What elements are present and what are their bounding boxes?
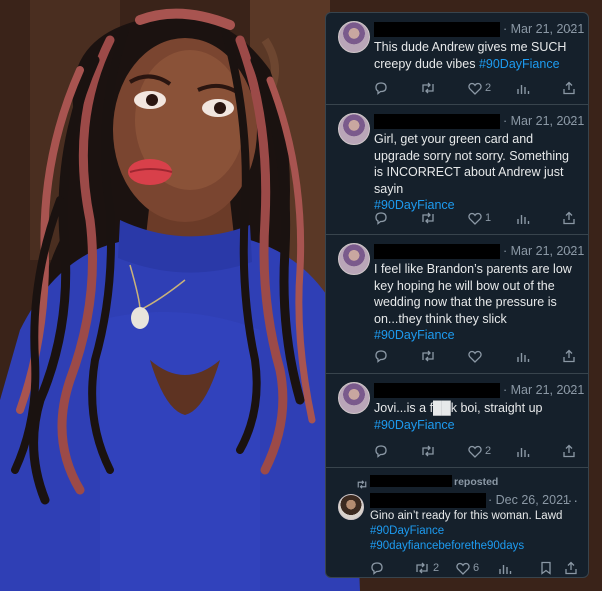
tweet-text: I feel like Brandon’s parents are low ke… (374, 261, 578, 344)
share-icon[interactable] (562, 80, 576, 96)
avatar[interactable] (338, 113, 370, 145)
tweet-actions: 2 6 (370, 560, 578, 576)
tweet-1[interactable]: · Mar 21, 2021 ··· This dude Andrew give… (326, 13, 588, 105)
reposted-label: reposted (454, 476, 499, 488)
like-icon[interactable] (468, 348, 485, 364)
retweet-icon[interactable] (420, 210, 439, 226)
more-icon[interactable]: ··· (562, 22, 579, 36)
views-icon[interactable] (516, 210, 530, 226)
views-icon[interactable] (516, 80, 530, 96)
tweet-3[interactable]: · Mar 21, 2021 ··· I feel like Brandon’s… (326, 235, 588, 374)
share-icon[interactable] (562, 443, 576, 459)
reply-icon[interactable] (374, 80, 388, 96)
avatar[interactable] (338, 243, 370, 275)
views-icon[interactable] (498, 560, 512, 576)
redacted-username (374, 383, 500, 398)
tweet-5-repost[interactable]: reposted · Dec 26, 2021 ··· Gino ain’t r… (326, 468, 588, 577)
avatar[interactable] (338, 21, 370, 53)
tweet-2[interactable]: · Mar 21, 2021 ··· Girl, get your green … (326, 105, 588, 235)
views-icon[interactable] (516, 443, 530, 459)
tweet-body: I feel like Brandon’s parents are low ke… (374, 262, 572, 326)
share-icon[interactable] (562, 348, 576, 364)
tweet-actions: 2 (374, 80, 578, 96)
tweet-text: Gino ain’t ready for this woman. Lawd #9… (370, 509, 578, 554)
more-icon[interactable]: ··· (562, 383, 579, 397)
tweet-4[interactable]: · Mar 21, 2021 ··· Jovi...is a f██k boi,… (326, 374, 588, 468)
bookmark-icon[interactable] (540, 560, 552, 576)
hashtag[interactable]: #90dayfiancebeforethe90days (370, 539, 578, 554)
redacted-username (374, 114, 500, 129)
tweet-text: Girl, get your green card and upgrade so… (374, 131, 578, 214)
like-icon[interactable]: 2 (468, 80, 491, 96)
hashtag[interactable]: #90DayFiance (374, 417, 578, 434)
hashtag[interactable]: #90DayFiance (479, 57, 560, 71)
reply-icon[interactable] (370, 560, 384, 576)
redacted-username (374, 22, 500, 37)
like-count: 2 (485, 445, 492, 457)
views-icon[interactable] (516, 348, 530, 364)
like-count: 2 (485, 82, 492, 94)
redacted-username (374, 244, 500, 259)
more-icon[interactable]: ··· (562, 244, 579, 258)
reply-icon[interactable] (374, 348, 388, 364)
hashtag[interactable]: #90DayFiance (374, 327, 578, 344)
avatar[interactable] (338, 494, 364, 520)
tweet-body: Jovi...is a f██k boi, straight up (374, 401, 543, 415)
like-icon[interactable]: 6 (456, 560, 479, 576)
tweet-body: Girl, get your green card and upgrade so… (374, 132, 570, 196)
redacted-username (370, 493, 486, 508)
share-icon[interactable] (562, 210, 576, 226)
tweet-actions (374, 348, 578, 364)
tweet-actions: 1 (374, 210, 578, 226)
retweet-icon[interactable] (420, 443, 439, 459)
retweet-count: 2 (433, 562, 440, 574)
like-count: 6 (473, 562, 480, 574)
tweet-text: Jovi...is a f██k boi, straight up #90Day… (374, 400, 578, 433)
like-icon[interactable]: 1 (468, 210, 491, 226)
retweet-icon[interactable]: 2 (414, 560, 439, 576)
tweet-thread-panel: · Mar 21, 2021 ··· This dude Andrew give… (325, 12, 589, 578)
like-icon[interactable]: 2 (468, 443, 491, 459)
tweet-date[interactable]: · Dec 26, 2021 (488, 493, 570, 507)
tweet-actions: 2 (374, 443, 578, 459)
avatar[interactable] (338, 382, 370, 414)
repost-indicator-icon (356, 476, 368, 492)
reply-icon[interactable] (374, 210, 388, 226)
redacted-reposter-name (370, 475, 452, 487)
more-icon[interactable]: ··· (562, 493, 579, 507)
retweet-icon[interactable] (420, 80, 439, 96)
reply-icon[interactable] (374, 443, 388, 459)
hashtag[interactable]: #90DayFiance (370, 524, 578, 539)
share-icon[interactable] (564, 560, 578, 576)
like-count: 1 (485, 212, 492, 224)
more-icon[interactable]: ··· (562, 114, 579, 128)
tweet-text: This dude Andrew gives me SUCH creepy du… (374, 39, 578, 72)
tweet-body: Gino ain’t ready for this woman. Lawd (370, 510, 563, 522)
retweet-icon[interactable] (420, 348, 439, 364)
